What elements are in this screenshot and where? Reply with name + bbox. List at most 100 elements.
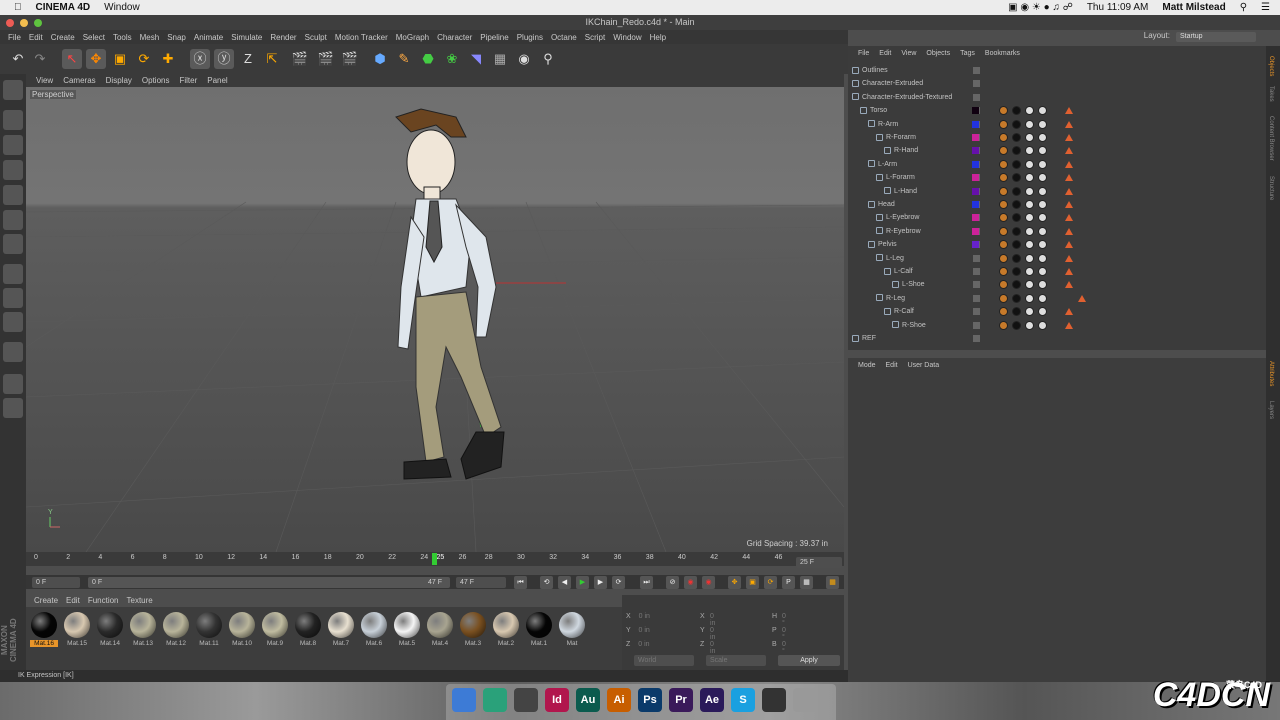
camera-icon[interactable]: ◉ <box>514 49 534 69</box>
ik-goal-tag-icon[interactable] <box>1065 120 1073 128</box>
ik-goal-tag-icon[interactable] <box>1065 147 1073 155</box>
texture-tag-icon[interactable] <box>1025 320 1034 330</box>
visibility-toggle[interactable] <box>973 67 980 74</box>
undo-icon[interactable]: ↶ <box>8 49 28 69</box>
snapping-icon[interactable] <box>3 312 23 332</box>
cloner-icon[interactable]: ❀ <box>442 49 462 69</box>
spotlight-search-icon[interactable]: ⚲ <box>1240 2 1247 13</box>
ik-tag-icon[interactable] <box>999 133 1008 142</box>
texture-tag-icon[interactable] <box>1025 226 1034 236</box>
locked-workplane-icon[interactable] <box>3 374 23 394</box>
selection-tag-icon[interactable] <box>1038 226 1047 236</box>
object-row[interactable]: R-Forarm <box>876 131 916 144</box>
key-rotation-icon[interactable]: ⟳ <box>764 576 777 589</box>
side-tab-content-browser[interactable]: Content Browser <box>1268 116 1274 161</box>
material-tag-icon[interactable] <box>1012 186 1021 196</box>
material-swatch[interactable]: Mat.11 <box>195 612 223 652</box>
material-swatch[interactable]: Mat.4 <box>426 612 454 652</box>
render-settings-icon[interactable]: 🎬 <box>340 49 360 69</box>
next-key-icon[interactable]: ⟳ <box>612 576 625 589</box>
record-active-icon[interactable]: ◉ <box>684 576 697 589</box>
apple-icon[interactable]:  <box>14 2 22 13</box>
layout-select[interactable]: Startup <box>1176 32 1256 42</box>
key-scale-icon[interactable]: ▣ <box>746 576 759 589</box>
viewport-menu-panel[interactable]: Panel <box>207 76 227 85</box>
ik-goal-tag-icon[interactable] <box>1065 227 1073 235</box>
object-row[interactable]: Character-Extruded <box>852 77 923 90</box>
go-to-end-icon[interactable]: ⏭ <box>640 576 653 589</box>
material-swatch[interactable]: Mat.3 <box>459 612 487 652</box>
coord-mode-select[interactable]: World <box>634 655 694 666</box>
viewport-menu-options[interactable]: Options <box>142 76 170 85</box>
previous-frame-icon[interactable]: ◀ <box>558 576 571 589</box>
points-mode-icon[interactable] <box>3 185 23 205</box>
menu-plugins[interactable]: Plugins <box>517 33 543 42</box>
attribute-menu-edit[interactable]: Edit <box>886 362 898 369</box>
cube-object-icon[interactable]: ⬢ <box>370 49 390 69</box>
ik-goal-tag-icon[interactable] <box>1065 241 1073 249</box>
menu-simulate[interactable]: Simulate <box>231 33 262 42</box>
workplane-icon[interactable] <box>3 342 23 362</box>
object-row[interactable]: R-Shoe <box>892 319 926 332</box>
object-row[interactable]: Outlines <box>852 64 888 77</box>
ik-goal-tag-icon[interactable] <box>1078 294 1086 302</box>
ik-goal-tag-icon[interactable] <box>1065 174 1073 182</box>
selection-tag-icon[interactable] <box>1038 119 1047 129</box>
object-row[interactable]: L-Hand <box>884 185 917 198</box>
material-swatch[interactable]: Mat.2 <box>492 612 520 652</box>
viewport-menu-view[interactable]: View <box>36 76 53 85</box>
visibility-toggle[interactable] <box>973 80 980 88</box>
material-swatch[interactable]: Mat.16 <box>30 612 58 652</box>
key-pla-icon[interactable]: ▦ <box>800 576 813 589</box>
ik-goal-tag-icon[interactable] <box>1065 201 1073 208</box>
object-row[interactable]: REF <box>852 332 876 345</box>
object-row[interactable]: R-Arm <box>868 118 898 131</box>
material-menu-create[interactable]: Create <box>34 596 58 605</box>
axis-mode-icon[interactable] <box>3 264 23 284</box>
ik-tag-icon[interactable] <box>999 253 1008 263</box>
y-axis-lock-icon[interactable]: ⓨ <box>214 49 234 69</box>
ik-tag-icon[interactable] <box>999 200 1008 209</box>
object-menu-edit[interactable]: Edit <box>879 50 891 57</box>
edges-mode-icon[interactable] <box>3 210 23 230</box>
viewport-menu-filter[interactable]: Filter <box>179 76 197 85</box>
material-swatch[interactable]: Mat.15 <box>63 612 91 652</box>
dock-app-icon[interactable]: Au <box>576 688 600 712</box>
close-window-icon[interactable] <box>6 19 14 27</box>
visibility-toggle[interactable] <box>973 308 980 316</box>
ik-goal-tag-icon[interactable] <box>1065 321 1073 329</box>
ik-tag-icon[interactable] <box>999 320 1008 330</box>
menu-sculpt[interactable]: Sculpt <box>305 33 327 42</box>
material-swatch[interactable]: Mat.12 <box>162 612 190 652</box>
material-swatch[interactable]: Mat.13 <box>129 612 157 652</box>
subdivision-surface-icon[interactable]: ⬣ <box>418 49 438 69</box>
x-axis-lock-icon[interactable]: ⓧ <box>190 49 210 69</box>
zoom-window-icon[interactable] <box>34 19 42 27</box>
app-name-menu[interactable]: CINEMA 4D <box>36 2 91 13</box>
coord-row-y[interactable]: Y 0 in Y0 in P0 ° <box>626 627 786 641</box>
material-tag-icon[interactable] <box>1012 267 1021 276</box>
ik-goal-tag-icon[interactable] <box>1065 268 1073 275</box>
menu-character[interactable]: Character <box>437 33 472 42</box>
key-parameter-icon[interactable]: P <box>782 576 795 589</box>
end-frame-field[interactable]: 47 F <box>456 577 506 588</box>
dock-app-icon[interactable] <box>793 688 817 712</box>
object-row[interactable]: L-Arm <box>868 158 897 171</box>
object-row[interactable]: L-Calf <box>884 265 913 278</box>
object-menu-bookmarks[interactable]: Bookmarks <box>985 50 1020 57</box>
make-editable-icon[interactable] <box>3 80 23 100</box>
material-swatch[interactable]: Mat.8 <box>294 612 322 652</box>
clock[interactable]: Thu 11:09 AM <box>1087 2 1149 13</box>
menu-tools[interactable]: Tools <box>113 33 132 42</box>
texture-tag-icon[interactable] <box>1025 119 1034 129</box>
object-row[interactable]: L-Eyebrow <box>876 211 919 224</box>
object-row[interactable]: L-Forarm <box>876 171 915 184</box>
material-tag-icon[interactable] <box>1012 200 1021 209</box>
ik-tag-icon[interactable] <box>999 159 1008 169</box>
texture-tag-icon[interactable] <box>1025 200 1034 209</box>
dock-app-icon[interactable] <box>452 688 476 712</box>
dock-app-icon[interactable]: Ae <box>700 688 724 712</box>
material-menu-edit[interactable]: Edit <box>66 596 80 605</box>
texture-mode-icon[interactable] <box>3 135 23 155</box>
texture-tag-icon[interactable] <box>1025 293 1034 303</box>
